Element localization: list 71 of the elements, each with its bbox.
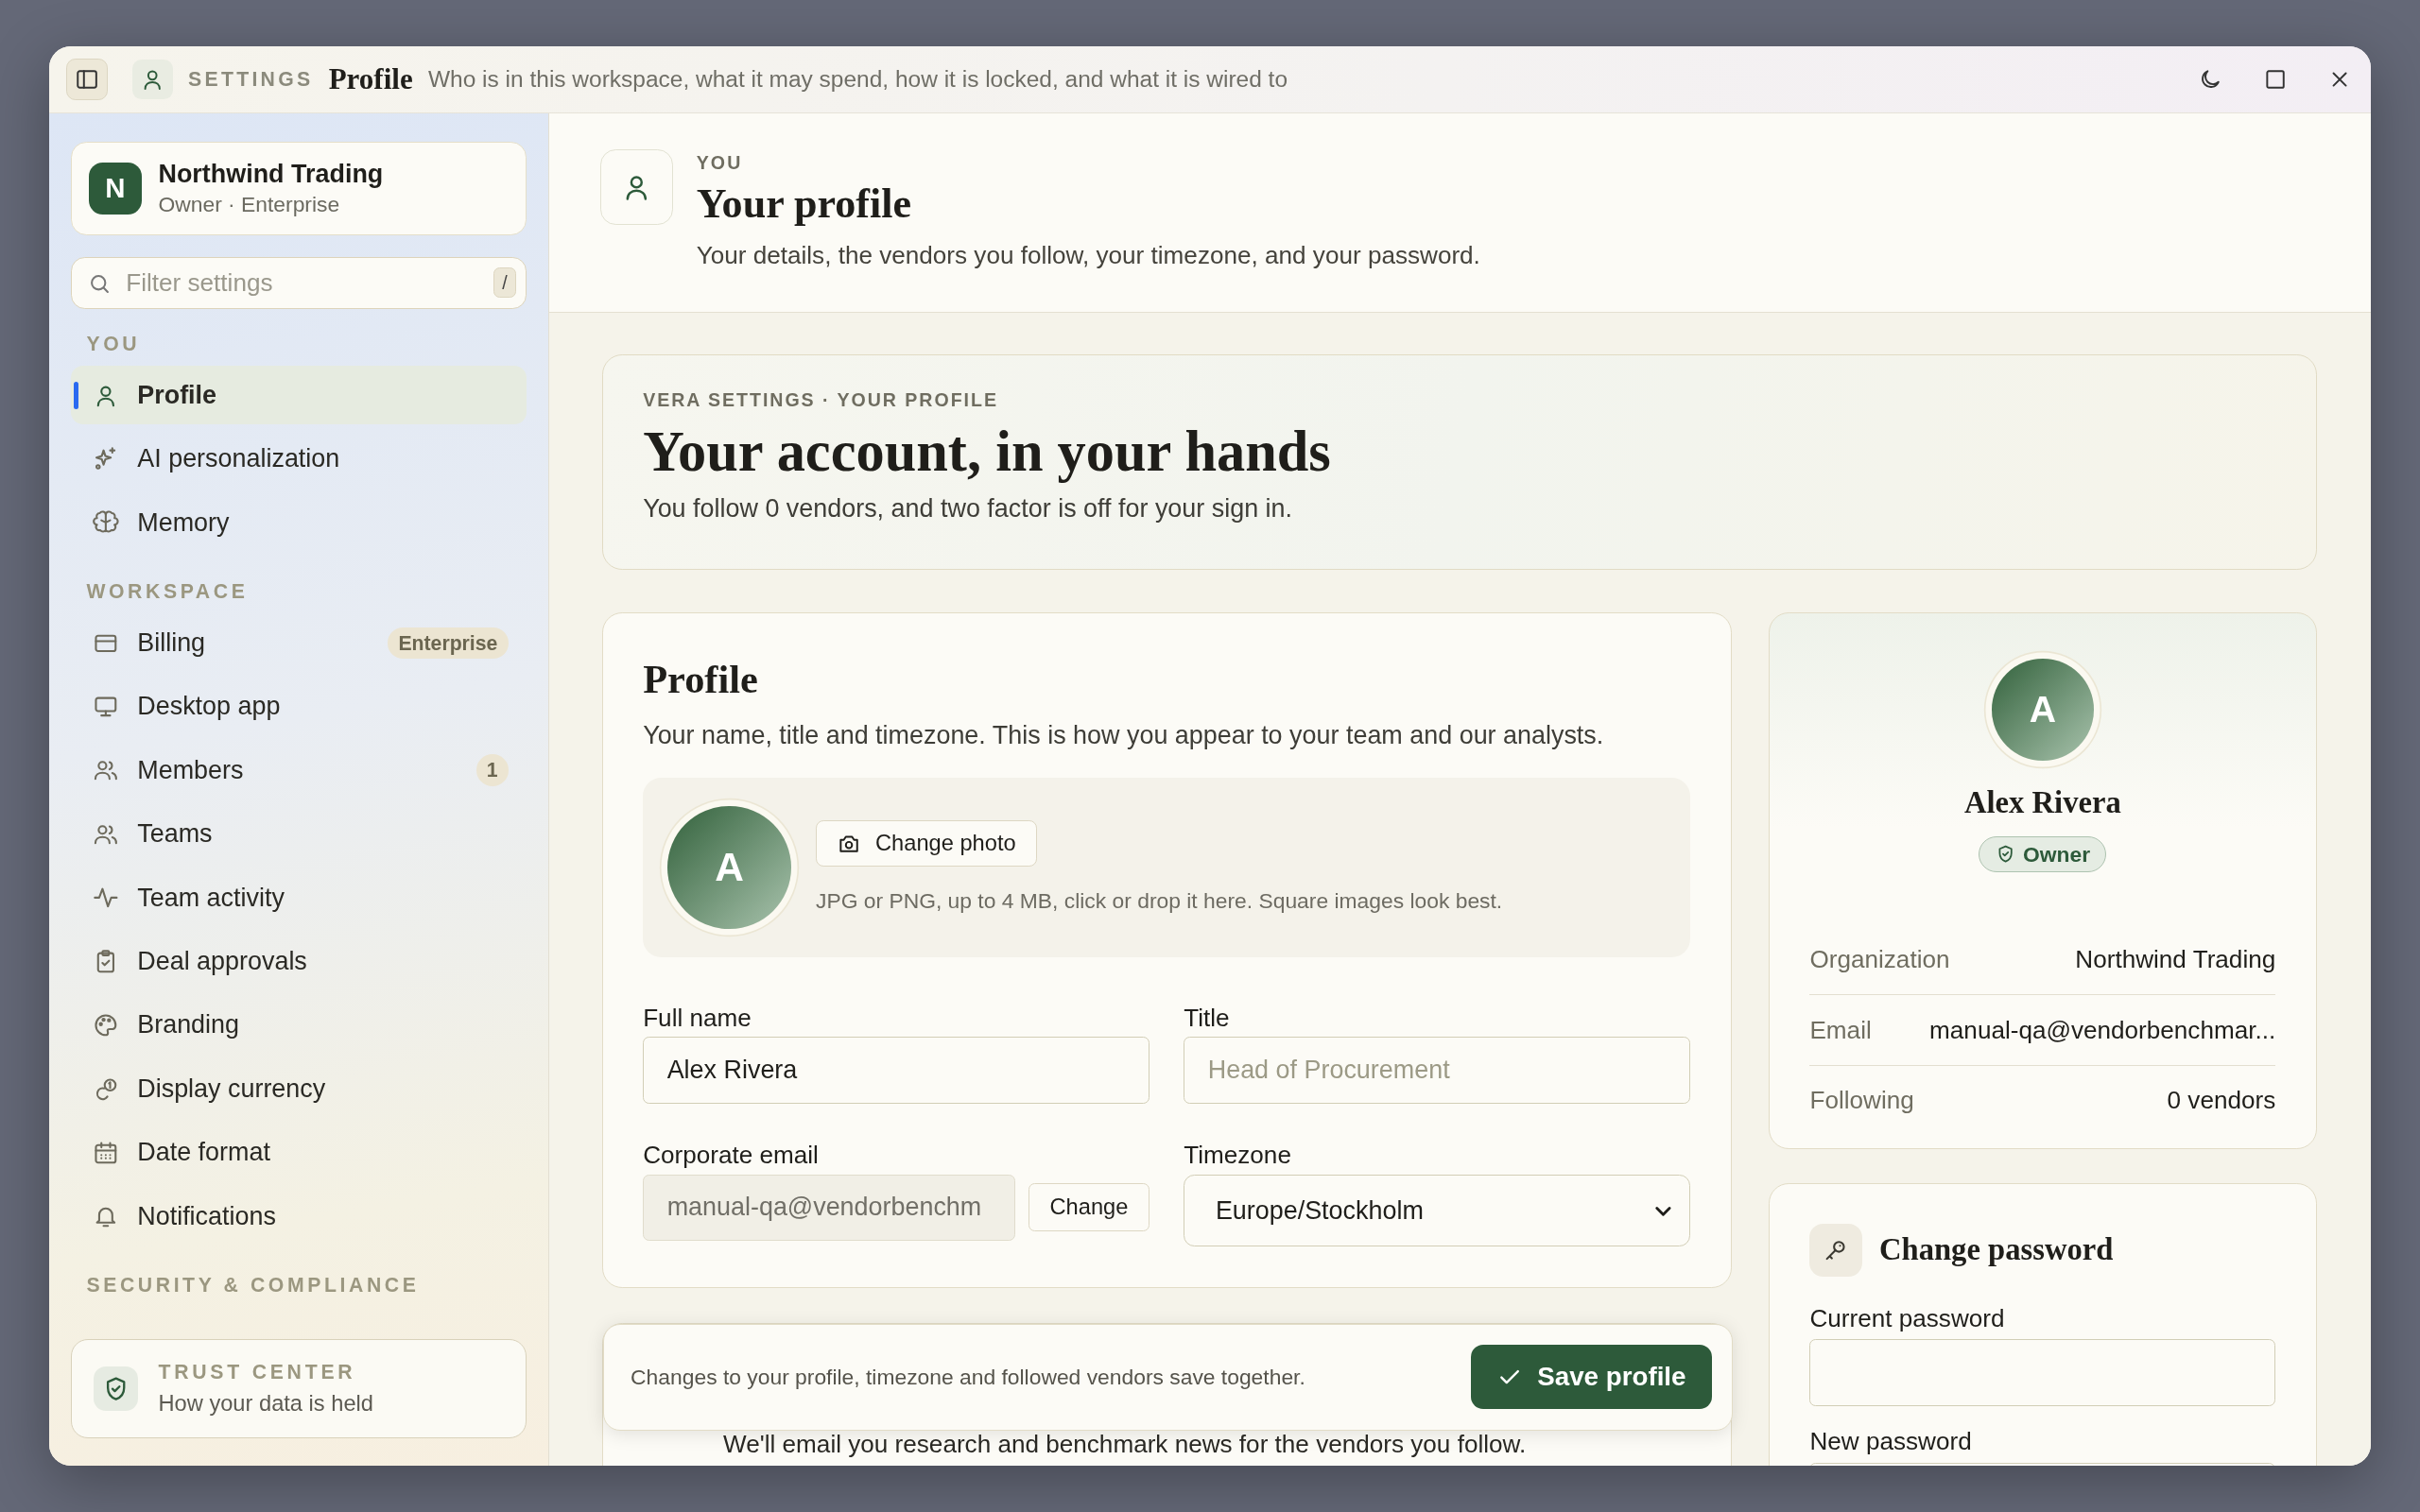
row-value: 0 vendors [2167, 1086, 2276, 1116]
save-note: Changes to your profile, timezone and followed vendors save together. [631, 1364, 1305, 1390]
photo-panel[interactable]: A Change photo JPG or PNG, up to 4 MB, click or drop it here. Square images look best. [643, 778, 1691, 957]
field-label: Corporate email [643, 1140, 820, 1170]
window-subtitle: Who is in this workspace, what it may spend, how it is locked, and what it is wired to [427, 66, 1288, 94]
shortcut-key: / [493, 267, 516, 298]
sidebar-toggle-button[interactable] [66, 59, 109, 101]
shield-icon [93, 1366, 139, 1412]
trust-center-title: TRUST CENTER [158, 1360, 357, 1383]
page-title: Your profile [696, 180, 912, 229]
row-label: Following [1809, 1086, 1914, 1116]
sidebar-item[interactable]: Teams [71, 804, 527, 864]
person-icon [600, 148, 674, 226]
field-label: Current password [1809, 1303, 2006, 1333]
notice-text: We'll email you research and benchmark news for the vendors you follow. [723, 1431, 1528, 1459]
sidebar-item[interactable]: Desktop app [71, 677, 527, 736]
sidebar-item[interactable]: AI personalization [71, 429, 527, 489]
sidebar-item[interactable]: Branding [71, 995, 527, 1055]
organization-card[interactable]: N Northwind Trading Owner · Enterprise [71, 141, 527, 236]
sidebar-item[interactable]: Profile [71, 366, 527, 425]
role-badge: Owner [1979, 835, 2107, 873]
text-field[interactable]: Alex Rivera [643, 1037, 1150, 1104]
group-heading: YOU [86, 332, 142, 355]
key-icon [1809, 1224, 1862, 1277]
field-label: Title [1184, 1003, 1231, 1033]
person-icon [132, 59, 173, 100]
sidebar-item[interactable]: Team activity [71, 868, 527, 928]
group-heading: SECURITY & COMPLIANCE [86, 1274, 421, 1297]
trust-center-subtitle: How your data is held [158, 1391, 373, 1417]
row-value: Northwind Trading [2075, 945, 2276, 975]
card-title: Profile [643, 656, 759, 703]
hero-text: You follow 0 vendors, and two factor is off for your sign in. [643, 493, 1294, 524]
change-photo-button[interactable]: Change photo [816, 820, 1037, 868]
palette-icon [92, 1012, 119, 1039]
header-eyebrow: YOU [696, 151, 744, 174]
row-label: Email [1809, 1015, 1872, 1045]
field-label: New password [1809, 1427, 1973, 1457]
field-label: Timezone [1184, 1140, 1292, 1170]
sidebar-item[interactable]: Memory [71, 493, 527, 553]
user-name: Alex Rivera [1963, 785, 2121, 821]
sidebar-item[interactable]: Date format [71, 1123, 527, 1182]
hero-eyebrow: VERA SETTINGS · YOUR PROFILE [643, 388, 999, 411]
sidebar-item[interactable]: Display currency [71, 1059, 527, 1119]
card-description: Your name, title and timezone. This is how you appear to your team and our analysts. [643, 720, 1605, 750]
sidebar-item[interactable]: Deal approvals [71, 932, 527, 991]
item-badge: 1 [475, 754, 509, 787]
item-badge: Enterprise [388, 627, 509, 660]
sidebar-item[interactable]: Notifications [71, 1187, 527, 1246]
password-field[interactable] [1809, 1339, 2276, 1406]
section-label: SETTINGS [188, 68, 314, 92]
row-label: Organization [1809, 945, 1950, 975]
organization-avatar: N [89, 162, 142, 215]
active-indicator [74, 381, 79, 410]
card-title: Change password [1878, 1232, 2114, 1268]
page-description: Your details, the vendors you follow, your timezone, and your password. [696, 240, 1480, 270]
timezone-select[interactable]: Europe/Stockholm [1184, 1174, 1691, 1247]
calendar-icon [92, 1139, 119, 1166]
save-profile-button[interactable]: Save profile [1471, 1344, 1713, 1410]
organization-plan: Owner · Enterprise [158, 191, 341, 217]
sidebar-item[interactable]: Members 1 [71, 741, 527, 800]
sidebar-item[interactable]: Billing Enterprise [71, 613, 527, 673]
window-title: Profile [328, 62, 413, 97]
row-value: manual-qa@vendorbenchmar... [1929, 1015, 2276, 1045]
field-label: Full name [643, 1003, 752, 1033]
search-icon [88, 272, 112, 296]
text-field[interactable]: Head of Procurement [1184, 1037, 1691, 1104]
group-heading: WORKSPACE [86, 580, 250, 604]
hero-title: Your account, in your hands [643, 418, 1332, 485]
photo-hint: JPG or PNG, up to 4 MB, click or drop it here. Square images look best. [816, 888, 1503, 915]
trust-center-card[interactable]: TRUST CENTER How your data is held [71, 1339, 527, 1438]
organization-name: Northwind Trading [158, 159, 384, 189]
